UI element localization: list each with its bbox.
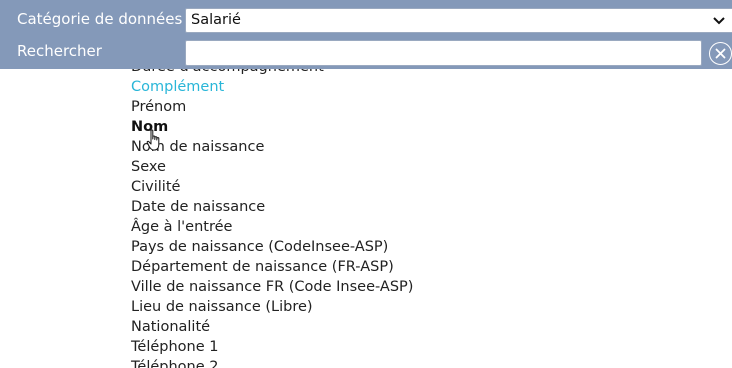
- field-item[interactable]: Département de naissance (FR-ASP): [131, 257, 691, 277]
- clear-search-button[interactable]: [709, 42, 732, 65]
- field-item[interactable]: Prénom: [131, 97, 691, 117]
- search-input[interactable]: [185, 40, 702, 66]
- chevron-down-icon: [713, 17, 725, 25]
- field-item[interactable]: Âge à l'entrée: [131, 217, 691, 237]
- field-item[interactable]: Ville de naissance FR (Code Insee-ASP): [131, 277, 691, 297]
- filter-panel: Catégorie de données Salarié Rechercher: [0, 0, 732, 69]
- field-item[interactable]: Nom: [131, 117, 691, 137]
- close-icon: [715, 48, 726, 59]
- field-item[interactable]: Nationalité: [131, 317, 691, 337]
- field-list: Durée d'accompagnementComplémentPrénomNo…: [131, 57, 691, 368]
- field-item[interactable]: Nom de naissance: [131, 137, 691, 157]
- category-label: Catégorie de données: [17, 10, 183, 28]
- category-select-value: Salarié: [191, 12, 241, 28]
- field-item[interactable]: Téléphone 1: [131, 337, 691, 357]
- stage: Durée d'accompagnementComplémentPrénomNo…: [0, 0, 732, 368]
- field-item[interactable]: Date de naissance: [131, 197, 691, 217]
- search-label: Rechercher: [17, 42, 102, 60]
- field-item[interactable]: Téléphone 2: [131, 357, 691, 368]
- field-item[interactable]: Lieu de naissance (Libre): [131, 297, 691, 317]
- field-item[interactable]: Civilité: [131, 177, 691, 197]
- category-select[interactable]: Salarié: [185, 8, 732, 33]
- field-item[interactable]: Pays de naissance (CodeInsee-ASP): [131, 237, 691, 257]
- field-item[interactable]: Complément: [131, 77, 691, 97]
- field-item[interactable]: Sexe: [131, 157, 691, 177]
